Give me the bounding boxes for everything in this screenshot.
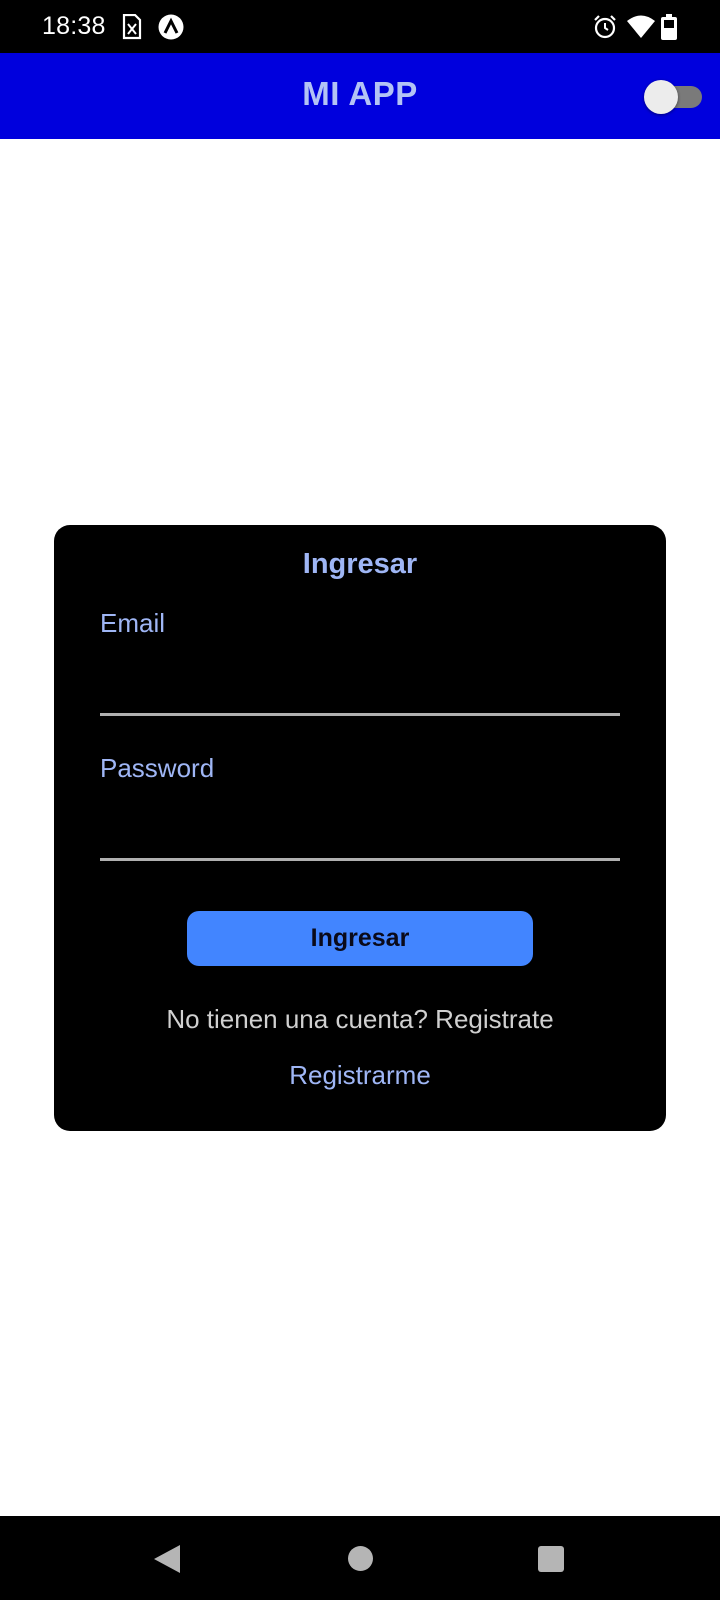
wifi-icon bbox=[627, 15, 655, 38]
login-button[interactable]: Ingresar bbox=[187, 911, 533, 966]
email-field[interactable] bbox=[100, 664, 620, 716]
recents-icon[interactable] bbox=[538, 1546, 564, 1572]
email-label: Email bbox=[100, 608, 166, 638]
login-title: Ingresar bbox=[302, 548, 418, 580]
register-link[interactable]: Registrarme bbox=[54, 1060, 666, 1091]
alarm-icon bbox=[594, 15, 616, 39]
login-card: Ingresar Email Password Ingresar No tien… bbox=[54, 525, 666, 1131]
back-icon[interactable] bbox=[153, 1544, 181, 1574]
app-bar: MI APP bbox=[0, 53, 720, 139]
home-icon[interactable] bbox=[348, 1546, 373, 1571]
toggle-thumb bbox=[644, 80, 678, 114]
app-title: MI APP bbox=[302, 75, 418, 112]
app-notification-icon bbox=[158, 14, 184, 40]
theme-toggle[interactable] bbox=[644, 80, 702, 114]
password-field[interactable] bbox=[100, 809, 620, 861]
battery-icon bbox=[661, 14, 677, 40]
sim-card-icon bbox=[122, 14, 142, 40]
login-screen: 18:38 MI APP Ingresar Email Password Ing… bbox=[0, 0, 720, 1600]
navigation-bar bbox=[0, 1516, 720, 1600]
status-bar: 18:38 bbox=[0, 0, 720, 53]
no-account-text: No tienen una cuenta? Registrate bbox=[166, 1004, 554, 1034]
status-time: 18:38 bbox=[42, 12, 106, 40]
password-label: Password bbox=[100, 753, 215, 783]
